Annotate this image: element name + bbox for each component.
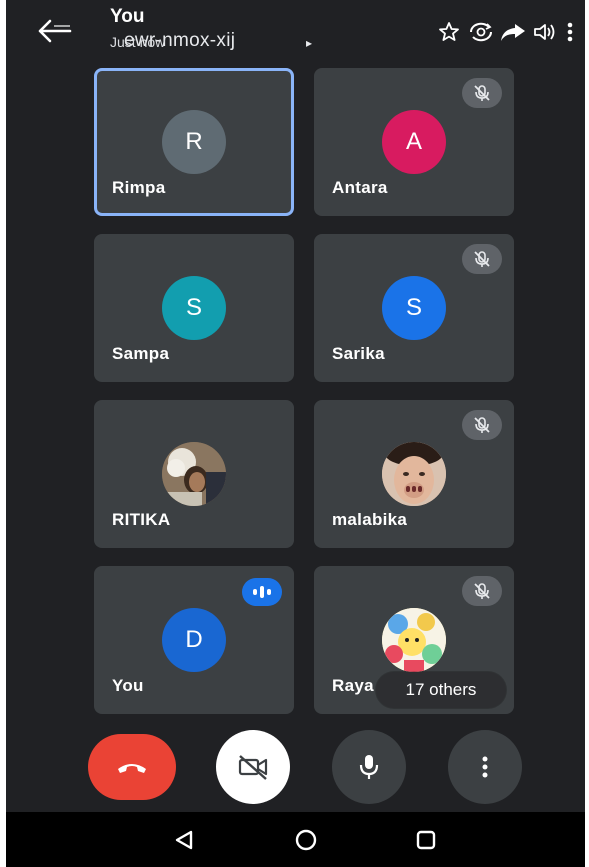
participant-tile-malabika[interactable]: malabika — [314, 400, 514, 548]
chevron-right-icon: ▸ — [306, 36, 313, 50]
mic-off-icon — [462, 78, 502, 108]
avatar: A — [382, 110, 446, 174]
participant-name: RITIKA — [112, 510, 171, 529]
participant-name: You — [112, 676, 144, 695]
top-bar: ewr-nmox-xij ▸ You Just now — [6, 0, 585, 60]
participant-tile-antara[interactable]: A Antara — [314, 68, 514, 216]
nav-back-icon[interactable] — [168, 824, 200, 856]
nav-recents-icon[interactable] — [410, 824, 442, 856]
participant-name: Antara — [332, 178, 388, 197]
nav-home-icon[interactable] — [290, 824, 322, 856]
system-nav-bar — [6, 812, 585, 867]
mic-icon — [359, 755, 379, 779]
mic-toggle-button[interactable] — [332, 730, 406, 804]
participant-name: Sampa — [112, 344, 170, 363]
avatar: S — [162, 276, 226, 340]
notification-time: Just now — [110, 34, 166, 50]
participant-name: Sarika — [332, 344, 385, 363]
more-vert-icon[interactable] — [563, 18, 577, 46]
participant-tile-you[interactable]: D You — [94, 566, 294, 714]
more-vert-icon — [482, 756, 488, 778]
notification-sender: You — [110, 6, 145, 27]
end-call-button[interactable] — [88, 734, 176, 800]
avatar-photo — [382, 442, 446, 506]
others-pill[interactable]: 17 others — [376, 672, 506, 708]
participant-name: Raya — [332, 676, 374, 695]
star-icon[interactable] — [435, 18, 463, 46]
participant-tile-sampa[interactable]: S Sampa — [94, 234, 294, 382]
meeting-title[interactable]: ewr-nmox-xij ▸ You Just now — [110, 6, 330, 56]
mic-off-icon — [462, 576, 502, 606]
meet-screen: ewr-nmox-xij ▸ You Just now R Rimpa A An… — [6, 0, 585, 867]
avatar: D — [162, 608, 226, 672]
top-actions — [435, 14, 577, 50]
participant-name: Rimpa — [112, 178, 166, 197]
participant-tile-sarika[interactable]: S Sarika — [314, 234, 514, 382]
participant-name: malabika — [332, 510, 408, 529]
participant-tile-ritika[interactable]: RITIKA — [94, 400, 294, 548]
camera-off-icon — [238, 755, 268, 780]
participant-tile-rimpa[interactable]: R Rimpa — [94, 68, 294, 216]
end-call-icon — [118, 764, 146, 773]
avatar: S — [382, 276, 446, 340]
avatar: R — [162, 110, 226, 174]
speaker-icon[interactable] — [531, 18, 559, 46]
switch-camera-icon[interactable] — [467, 18, 495, 46]
more-options-button[interactable] — [448, 730, 522, 804]
speaking-indicator-icon — [242, 578, 282, 606]
camera-toggle-button[interactable] — [216, 730, 290, 804]
mic-off-icon — [462, 244, 502, 274]
avatar-photo — [382, 608, 446, 672]
back-arrow-icon[interactable] — [32, 14, 76, 48]
avatar-photo — [162, 442, 226, 506]
mic-off-icon — [462, 410, 502, 440]
share-icon[interactable] — [499, 18, 527, 46]
